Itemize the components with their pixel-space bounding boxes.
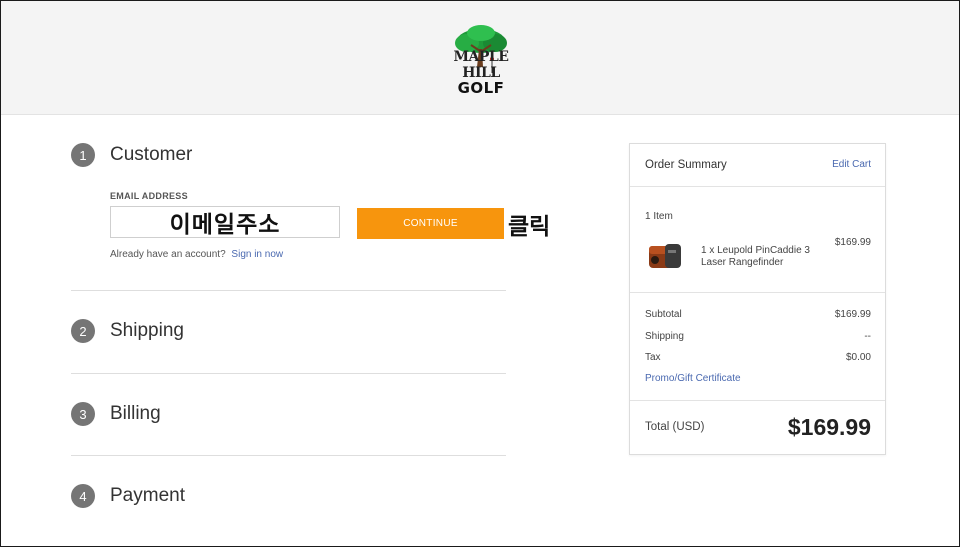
email-input[interactable]: 이메일주소: [110, 206, 340, 238]
product-price: $169.99: [834, 237, 871, 248]
signin-prompt-text: Already have an account?: [110, 249, 226, 260]
step-title: Customer: [110, 144, 193, 165]
order-summary-panel: Order Summary Edit Cart 1 Item 1 x Leupo…: [629, 143, 886, 455]
step-customer: 1 Customer: [71, 143, 192, 167]
logo-name-bottom: GOLF: [457, 79, 505, 97]
shipping-row: Shipping --: [645, 331, 871, 342]
shipping-label: Shipping: [645, 331, 684, 342]
item-count: 1 Item: [645, 211, 673, 222]
step-number-badge: 3: [71, 402, 95, 426]
subtotal-value: $169.99: [834, 309, 871, 320]
section-divider: [71, 290, 506, 291]
continue-button[interactable]: CONTINUE: [357, 208, 504, 239]
shipping-value: --: [864, 331, 871, 342]
step-title: Shipping: [110, 320, 184, 341]
signin-link[interactable]: Sign in now: [231, 249, 283, 260]
click-annotation: 클릭: [508, 213, 551, 239]
logo-name-top: MAPLE HILL: [453, 49, 509, 81]
tax-label: Tax: [645, 352, 661, 363]
step-title: Payment: [110, 485, 185, 506]
step-number-badge: 2: [71, 319, 95, 343]
signin-prompt: Already have an account? Sign in now: [110, 249, 283, 260]
summary-divider: [630, 186, 885, 187]
section-divider: [71, 455, 506, 456]
total-value: $169.99: [787, 414, 871, 440]
tax-row: Tax $0.00: [645, 352, 871, 363]
edit-cart-link[interactable]: Edit Cart: [832, 159, 871, 171]
subtotal-label: Subtotal: [645, 309, 682, 320]
step-title: Billing: [110, 403, 161, 424]
tax-value: $0.00: [845, 352, 871, 363]
step-number-badge: 4: [71, 484, 95, 508]
total-label: Total (USD): [645, 421, 705, 433]
order-summary-title: Order Summary: [645, 159, 727, 171]
step-number-badge: 1: [71, 143, 95, 167]
summary-divider: [630, 292, 885, 293]
email-label: EMAIL ADDRESS: [110, 191, 188, 201]
promo-gift-link[interactable]: Promo/Gift Certificate: [645, 373, 741, 384]
subtotal-row: Subtotal $169.99: [645, 309, 871, 320]
store-logo[interactable]: MAPLE HILL GOLF: [437, 23, 525, 99]
step-billing: 3 Billing: [71, 402, 161, 426]
product-name: 1 x Leupold PinCaddie 3 Laser Rangefinde…: [701, 245, 810, 268]
step-shipping: 2 Shipping: [71, 319, 184, 343]
summary-divider: [630, 400, 885, 401]
order-summary-header: Order Summary Edit Cart: [645, 159, 871, 171]
rangefinder-product-image: [649, 244, 681, 268]
site-header: MAPLE HILL GOLF: [1, 1, 959, 115]
step-payment: 4 Payment: [71, 484, 185, 508]
section-divider: [71, 373, 506, 374]
